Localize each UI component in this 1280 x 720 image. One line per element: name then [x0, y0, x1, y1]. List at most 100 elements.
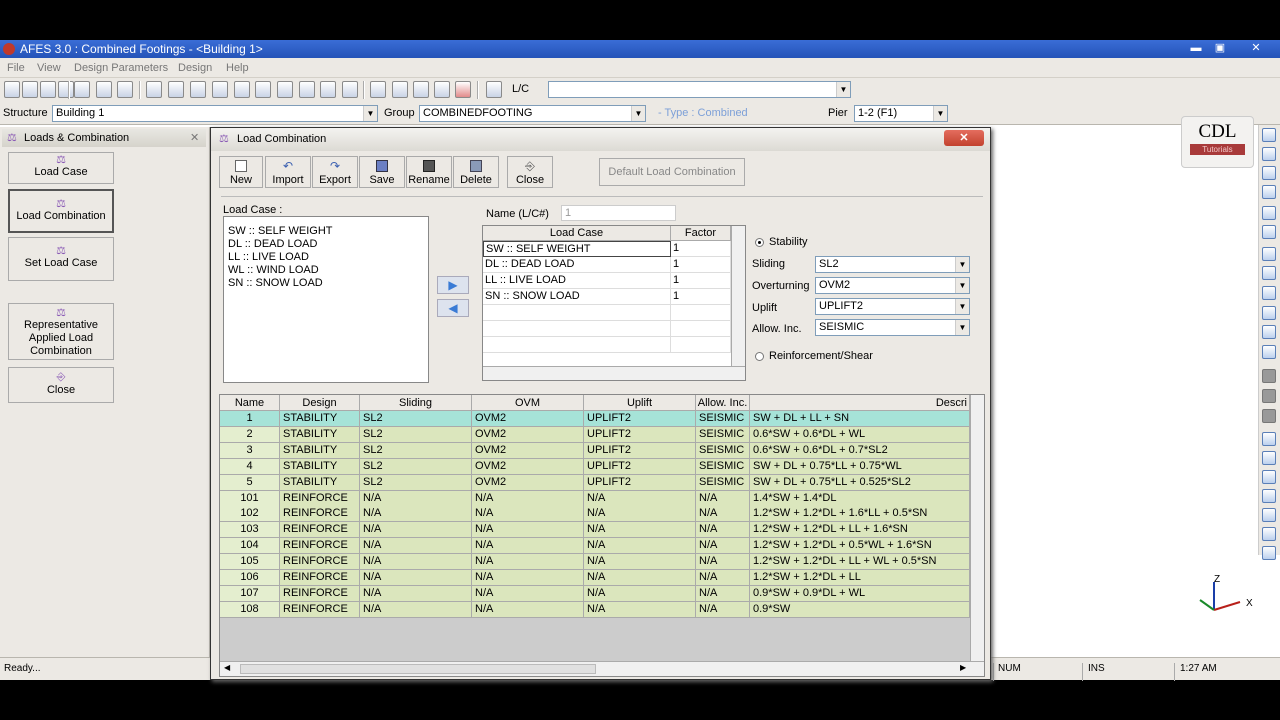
remove-arrow-button[interactable]: ◀: [437, 299, 469, 317]
load-case-list[interactable]: SW :: SELF WEIGHT DL :: DEAD LOAD LL :: …: [223, 216, 429, 383]
cell-name[interactable]: 102: [220, 506, 280, 523]
cell-allow[interactable]: SEISMIC: [696, 411, 750, 427]
cell-sliding[interactable]: N/A: [360, 538, 472, 555]
list-item[interactable]: SW :: SELF WEIGHT: [224, 225, 428, 238]
list-item[interactable]: WL :: WIND LOAD: [224, 264, 428, 277]
delete-button[interactable]: Delete: [453, 156, 499, 188]
lc-grid-cell-factor[interactable]: 1: [671, 289, 731, 305]
lc-grid-cell-factor[interactable]: 1: [671, 241, 731, 257]
zoom-icon[interactable]: [1262, 306, 1276, 320]
lc-grid-cell-case[interactable]: SW :: SELF WEIGHT: [483, 241, 671, 257]
tool-icon[interactable]: [40, 81, 56, 98]
cube-icon[interactable]: [1262, 451, 1276, 465]
table-row[interactable]: 102 REINFORCE N/A N/A N/A N/A 1.2*SW + 1.2*DL …: [220, 506, 970, 523]
cube-icon[interactable]: [1262, 470, 1276, 484]
cell-name[interactable]: 5: [220, 474, 280, 491]
cube-icon[interactable]: [1262, 546, 1276, 560]
cell-allow[interactable]: SEISMIC: [696, 474, 750, 491]
cell-sliding[interactable]: SL2: [360, 442, 472, 459]
cell-allow[interactable]: N/A: [696, 570, 750, 586]
table-row[interactable]: 101 REINFORCE N/A N/A N/A N/A 1.4*SW + 1.4*DL: [220, 490, 970, 507]
tool-icon[interactable]: [58, 81, 74, 98]
rotate-icon[interactable]: [1262, 225, 1276, 239]
cell-sliding[interactable]: N/A: [360, 522, 472, 539]
cell-design[interactable]: STABILITY: [280, 442, 360, 459]
menu-view[interactable]: View: [37, 62, 61, 74]
lc-grid-cell-factor[interactable]: 1: [671, 273, 731, 289]
open-icon[interactable]: [4, 81, 20, 98]
list-item[interactable]: DL :: DEAD LOAD: [224, 238, 428, 251]
menu-file[interactable]: File: [7, 62, 25, 74]
export-button[interactable]: ↷ Export: [312, 156, 358, 188]
close-window-button[interactable]: ✕: [1246, 41, 1266, 56]
cell-ovm[interactable]: N/A: [472, 538, 584, 555]
list-item[interactable]: LL :: LIVE LOAD: [224, 251, 428, 264]
import-button[interactable]: ↶ Import: [265, 156, 311, 188]
tool-icon[interactable]: [299, 81, 315, 98]
cell-desc[interactable]: 0.9*SW + 0.9*DL + WL: [750, 585, 970, 602]
zoom-icon[interactable]: [1262, 286, 1276, 300]
cell-uplift[interactable]: N/A: [584, 554, 696, 571]
cell-desc[interactable]: SW + DL + LL + SN: [750, 411, 970, 427]
rename-button[interactable]: Rename: [406, 156, 452, 188]
cell-name[interactable]: 108: [220, 601, 280, 618]
cell-uplift[interactable]: N/A: [584, 538, 696, 555]
grid-header-description[interactable]: Descri: [750, 395, 970, 411]
menu-design[interactable]: Design: [178, 62, 212, 74]
cube-icon[interactable]: [1262, 508, 1276, 522]
sliding-dropdown[interactable]: SL2 ▼: [815, 256, 970, 273]
panel-close-button[interactable]: ⎆ Close: [8, 367, 114, 403]
reinforcement-radio[interactable]: Reinforcement/Shear: [755, 350, 873, 362]
table-row[interactable]: 5 STABILITY SL2 OVM2 UPLIFT2 SEISMIC SW + DL +…: [220, 474, 970, 491]
zoom-in-icon[interactable]: [1262, 266, 1276, 280]
menu-design-parameters[interactable]: Design Parameters: [74, 62, 168, 74]
cell-allow[interactable]: N/A: [696, 538, 750, 555]
cell-ovm[interactable]: N/A: [472, 570, 584, 586]
lc-grid-cell-case[interactable]: SN :: SNOW LOAD: [483, 289, 671, 305]
tool-icon[interactable]: [413, 81, 429, 98]
cell-design[interactable]: REINFORCE: [280, 601, 360, 618]
grid-header-allow[interactable]: Allow. Inc.: [696, 395, 750, 411]
lc-grid-vscroll[interactable]: [731, 226, 745, 366]
tool-icon[interactable]: [190, 81, 206, 98]
tool-icon[interactable]: [486, 81, 502, 98]
cell-allow[interactable]: N/A: [696, 506, 750, 523]
cell-design[interactable]: STABILITY: [280, 411, 360, 427]
cell-name[interactable]: 107: [220, 585, 280, 602]
cell-allow[interactable]: N/A: [696, 601, 750, 618]
group-dropdown[interactable]: COMBINEDFOOTING ▼: [419, 105, 646, 122]
cell-allow[interactable]: SEISMIC: [696, 458, 750, 475]
lc-grid-cell-case[interactable]: DL :: DEAD LOAD: [483, 257, 671, 273]
tool-icon[interactable]: [234, 81, 250, 98]
maximize-button[interactable]: ▣: [1210, 41, 1230, 56]
cell-uplift[interactable]: UPLIFT2: [584, 458, 696, 475]
cell-sliding[interactable]: SL2: [360, 411, 472, 427]
tool-icon[interactable]: [146, 81, 162, 98]
cell-design[interactable]: REINFORCE: [280, 506, 360, 523]
cell-sliding[interactable]: N/A: [360, 585, 472, 602]
cell-sliding[interactable]: N/A: [360, 490, 472, 507]
cell-ovm[interactable]: N/A: [472, 490, 584, 507]
rotate-icon[interactable]: [1262, 206, 1276, 220]
view-icon[interactable]: [1262, 185, 1276, 199]
cell-ovm[interactable]: OVM2: [472, 426, 584, 443]
cell-allow[interactable]: N/A: [696, 554, 750, 571]
scroll-thumb[interactable]: [240, 664, 596, 674]
cell-name[interactable]: 4: [220, 458, 280, 475]
cell-desc[interactable]: 0.6*SW + 0.6*DL + WL: [750, 426, 970, 443]
cell-name[interactable]: 106: [220, 570, 280, 586]
cell-name[interactable]: 104: [220, 538, 280, 555]
cell-design[interactable]: REINFORCE: [280, 490, 360, 507]
table-row[interactable]: 106 REINFORCE N/A N/A N/A N/A 1.2*SW + 1.2*DL …: [220, 570, 970, 586]
table-row[interactable]: 2 STABILITY SL2 OVM2 UPLIFT2 SEISMIC 0.6*SW + …: [220, 426, 970, 443]
tool-icon[interactable]: [342, 81, 358, 98]
grid-header-uplift[interactable]: Uplift: [584, 395, 696, 411]
table-row[interactable]: 104 REINFORCE N/A N/A N/A N/A 1.2*SW + 1.2*DL …: [220, 538, 970, 555]
sp-icon[interactable]: [434, 81, 450, 98]
cell-allow[interactable]: SEISMIC: [696, 426, 750, 443]
table-row[interactable]: 105 REINFORCE N/A N/A N/A N/A 1.2*SW + 1.2*DL …: [220, 554, 970, 571]
overturning-dropdown[interactable]: OVM2 ▼: [815, 277, 970, 294]
panel-close-icon[interactable]: ✕: [190, 129, 199, 147]
cell-name[interactable]: 101: [220, 490, 280, 507]
cell-design[interactable]: REINFORCE: [280, 570, 360, 586]
